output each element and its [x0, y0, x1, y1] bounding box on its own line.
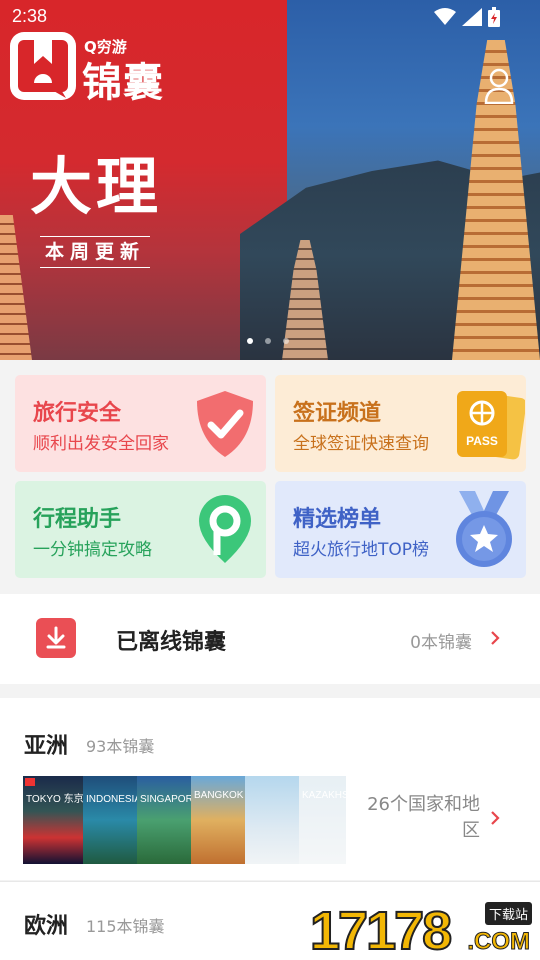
battery-icon [488, 7, 500, 27]
medal-star-icon [456, 491, 512, 567]
feature-subtitle: 顺利出发安全回家 [33, 434, 169, 454]
feature-subtitle: 超火旅行地TOP榜 [293, 540, 430, 560]
app-logo [10, 32, 76, 100]
feature-card-travel-safety[interactable]: 旅行安全 顺利出发安全回家 [15, 375, 266, 472]
feature-card-visa[interactable]: 签证频道 全球签证快速查询 PASS [275, 375, 526, 472]
download-icon [36, 618, 76, 658]
passport-label: PASS [466, 434, 498, 448]
continent-description: 26个国家和地区 [367, 794, 480, 841]
carousel-dot[interactable] [283, 338, 289, 344]
offline-count: 0本锦囊 [410, 633, 472, 653]
guide-cover[interactable] [245, 776, 299, 864]
carousel-indicators [247, 338, 289, 344]
status-bar: 2:38 [0, 0, 540, 36]
feature-subtitle: 一分钟搞定攻略 [33, 540, 152, 560]
status-time: 2:38 [12, 6, 48, 26]
offline-label: 已离线锦囊 [116, 630, 227, 655]
watermark-tag: 下载站 [484, 902, 532, 925]
chevron-right-icon [491, 811, 500, 825]
watermark-suffix: .COM [467, 928, 531, 956]
guide-cover[interactable]: TOKYO 东京 [23, 776, 83, 864]
continent-count: 93本锦囊 [86, 737, 155, 756]
carousel-dot[interactable] [265, 338, 271, 344]
continent-name: 欧洲 [24, 914, 69, 939]
hero-city-title: 大理 [30, 150, 163, 223]
feature-subtitle: 全球签证快速查询 [293, 434, 429, 454]
guide-covers-strip[interactable]: TOKYO 东京 INDONESIA 印度尼西亚 SINGAPORE 新加坡 B… [23, 776, 346, 864]
continent-name: 亚洲 [24, 734, 69, 759]
feature-title: 签证频道 [293, 401, 382, 426]
feature-card-top-list[interactable]: 精选榜单 超火旅行地TOP榜 [275, 481, 526, 578]
user-profile-icon[interactable] [484, 68, 514, 104]
watermark-digits: 17178 [309, 900, 453, 960]
continent-count: 115本锦囊 [86, 917, 165, 936]
feature-grid: 旅行安全 顺利出发安全回家 签证频道 全球签证快速查询 PASS 行程助手 一分… [0, 360, 540, 580]
continent-section-asia[interactable]: 亚洲 93本锦囊 TOKYO 东京 INDONESIA 印度尼西亚 SINGAP… [0, 698, 540, 880]
carousel-dot[interactable] [247, 338, 253, 344]
map-pin-icon [199, 495, 251, 563]
hero-banner[interactable]: 2:38 Q穷游 锦囊 大理 本周更新 [0, 0, 540, 360]
signal-icon [462, 8, 482, 26]
feature-title: 行程助手 [33, 507, 122, 532]
guide-cover[interactable]: KAZAKHSTAN [299, 776, 346, 864]
feature-title: 精选榜单 [293, 507, 382, 532]
offline-guides-row[interactable]: 已离线锦囊 0本锦囊 [0, 594, 540, 684]
feature-card-trip-assistant[interactable]: 行程助手 一分钟搞定攻略 [15, 481, 266, 578]
wifi-icon [434, 8, 456, 25]
logo-q-icon [18, 40, 68, 98]
brand-big-text: 锦囊 [82, 60, 164, 106]
feature-title: 旅行安全 [33, 401, 122, 426]
shield-check-icon [197, 391, 253, 457]
guide-cover[interactable]: SINGAPORE 新加坡 [137, 776, 191, 864]
guide-cover[interactable]: BANGKOK [191, 776, 245, 864]
site-watermark: 17178 下载站 .COM [309, 900, 534, 960]
status-icons [434, 7, 500, 27]
passport-icon: PASS [457, 391, 525, 460]
chevron-right-icon [491, 631, 500, 645]
hero-weekly-update-tag: 本周更新 [40, 236, 150, 268]
guide-cover[interactable]: INDONESIA 印度尼西亚 [83, 776, 137, 864]
